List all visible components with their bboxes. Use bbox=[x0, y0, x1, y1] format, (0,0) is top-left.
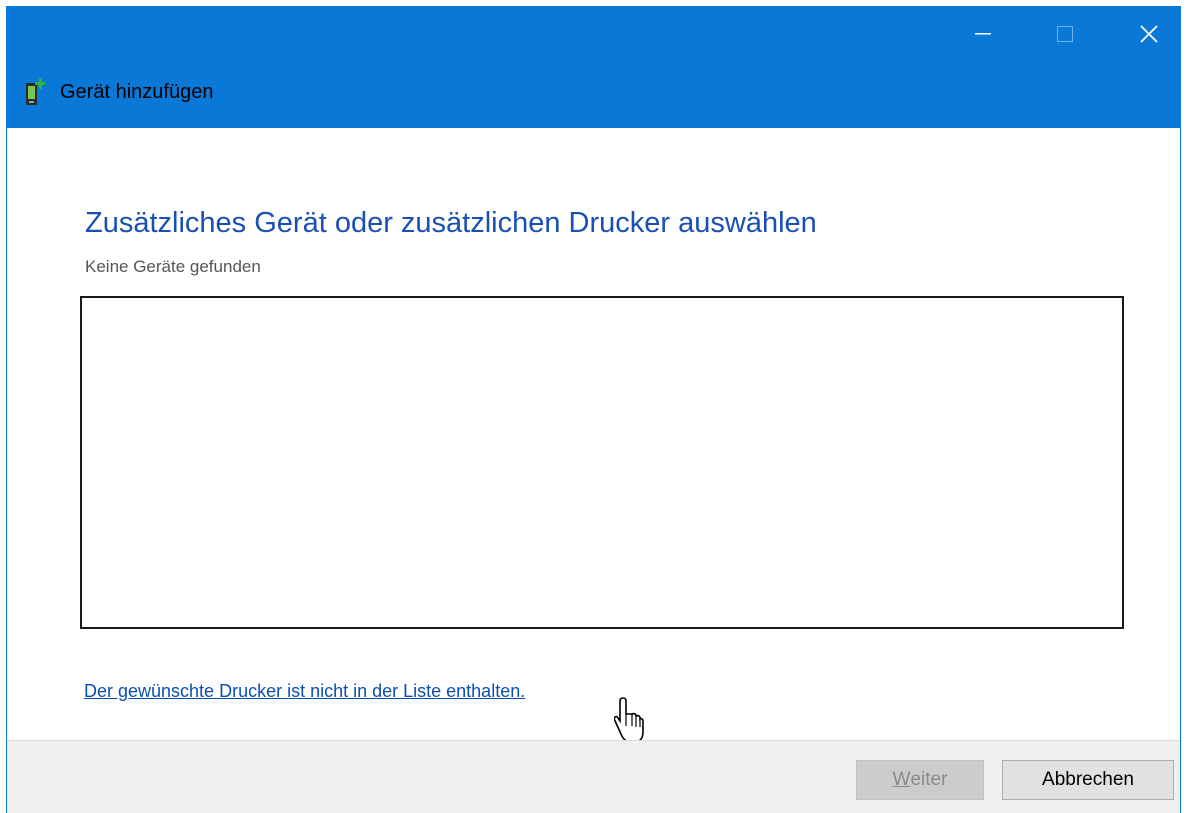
printer-not-listed-link[interactable]: Der gewünschte Drucker ist nicht in der … bbox=[84, 680, 525, 702]
cancel-button[interactable]: Abbrechen bbox=[1002, 760, 1174, 800]
next-button-label: eiter bbox=[910, 769, 948, 790]
hand-pointer-icon bbox=[614, 697, 644, 743]
maximize-icon bbox=[1057, 26, 1073, 42]
minimize-button[interactable] bbox=[954, 6, 1012, 62]
next-button[interactable]: Weiter bbox=[856, 760, 984, 800]
close-icon bbox=[1140, 25, 1158, 43]
page-heading: Zusätzliches Gerät oder zusätzlichen Dru… bbox=[85, 207, 817, 239]
window-title: Gerät hinzufügen bbox=[60, 81, 214, 103]
add-device-icon bbox=[26, 78, 45, 105]
maximize-button[interactable] bbox=[1036, 6, 1094, 62]
next-button-mnemonic: W bbox=[892, 769, 911, 790]
status-text: Keine Geräte gefunden bbox=[85, 257, 261, 276]
device-list[interactable] bbox=[80, 296, 1124, 629]
button-bar: Weiter Abbrechen bbox=[7, 740, 1180, 813]
minimize-icon bbox=[975, 33, 991, 35]
add-device-window: Gerät hinzufügen Zusätzliches Gerät oder… bbox=[6, 6, 1181, 813]
close-button[interactable] bbox=[1120, 6, 1178, 62]
title-bar: Gerät hinzufügen bbox=[7, 6, 1180, 128]
